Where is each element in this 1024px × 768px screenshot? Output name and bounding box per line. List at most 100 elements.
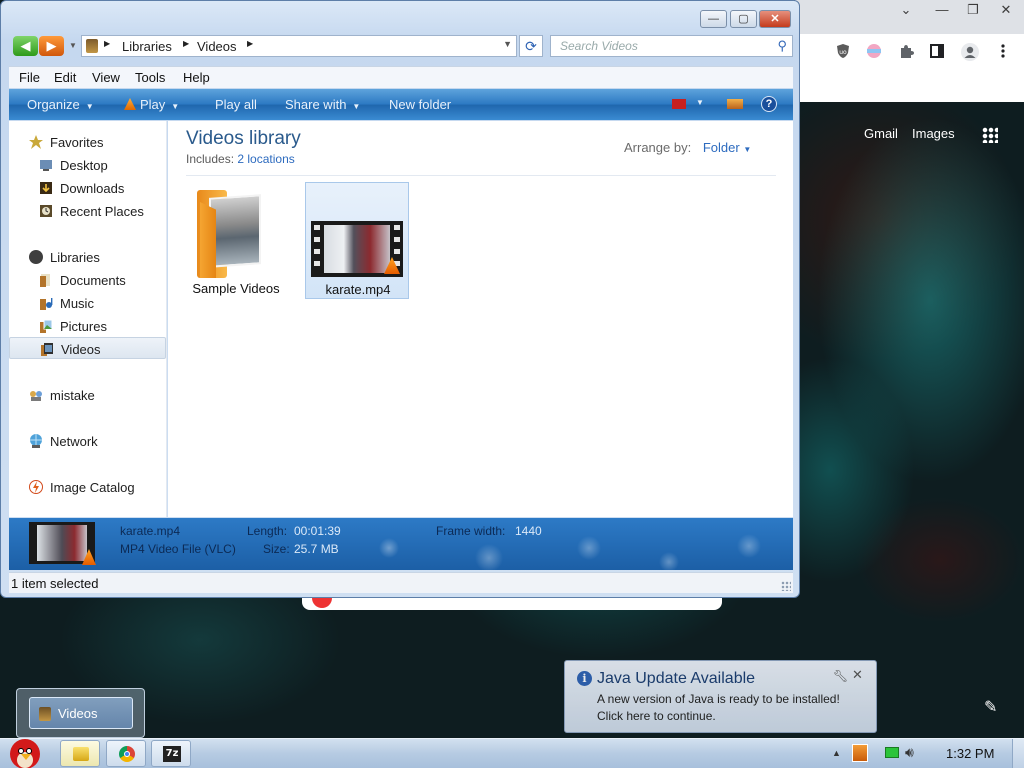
breadcrumb-libraries[interactable]: Libraries [122,39,172,54]
browser-close-button[interactable]: ✕ [991,2,1021,18]
organize-button[interactable]: Organize ▼ [27,97,94,112]
chevron-down-icon[interactable]: ▼ [696,98,704,107]
file-content-area: Videos library Includes: 2 locations Arr… [168,121,793,517]
preview-pane-icon[interactable] [727,99,743,109]
breadcrumb-videos[interactable]: Videos [197,39,237,54]
share-with-button[interactable]: Share with ▼ [285,97,360,112]
kebab-menu-icon[interactable] [995,43,1011,59]
help-icon[interactable]: ? [761,96,777,112]
recent-pages-dropdown-icon[interactable]: ▼ [69,41,77,50]
menu-view[interactable]: View [92,70,120,85]
browser-restore-button[interactable]: ❐ [958,2,988,18]
nav-libraries[interactable]: Libraries [9,246,166,268]
browser-minimize-button[interactable]: — [927,2,957,18]
puzzle-icon[interactable] [898,43,914,59]
angry-bird-start-icon [10,739,40,768]
taskbar: 7z ▲ 🔊︎ 1:32 PM [0,738,1024,768]
nav-pictures-label: Pictures [60,319,107,334]
menu-tools[interactable]: Tools [135,70,165,85]
google-apps-icon[interactable] [982,127,998,143]
menu-help[interactable]: Help [183,70,210,85]
film-sprocket [314,225,320,230]
play-button[interactable]: Play ▼ [124,97,179,112]
taskbar-7zip-button[interactable]: 7z [151,740,191,767]
nav-favorites[interactable]: Favorites [9,131,166,153]
locations-link[interactable]: 2 locations [237,152,294,166]
address-bar[interactable]: ▶ Libraries ▶ Videos ▶ ▼ [81,35,517,57]
nav-image-catalog[interactable]: Image Catalog [9,476,166,498]
notification-action-text[interactable]: Click here to continue. [597,709,716,723]
nav-network[interactable]: Network [9,430,166,452]
share-with-label: Share with [285,97,347,112]
taskbar-chrome-button[interactable] [106,740,146,767]
search-icon[interactable]: ⚲ [777,38,787,54]
change-view-icon[interactable] [672,99,686,109]
wrench-icon[interactable]: 🔧︎ [833,669,848,683]
status-bar: 1 item selected [9,572,793,593]
browser-tab-strip: ⌄ — ❐ ✕ [795,0,1024,34]
extension-color-icon[interactable] [866,43,882,59]
navigation-pane: Favorites Desktop Downloads Recent Place… [9,121,167,517]
breadcrumb-arrow-icon[interactable]: ▶ [247,39,253,48]
taskbar-preview-item-videos[interactable]: Videos [29,697,133,729]
images-link[interactable]: Images [912,126,955,141]
volume-icon[interactable]: 🔊︎ [905,744,914,761]
resize-grip-icon[interactable] [781,581,791,591]
sidebar-icon[interactable] [929,43,945,59]
gmail-link[interactable]: Gmail [864,126,898,141]
details-frame-width-value: 1440 [515,524,542,538]
start-button[interactable] [4,733,48,768]
close-icon[interactable]: ✕ [852,667,863,683]
play-all-button[interactable]: Play all [215,97,257,112]
breadcrumb-arrow-icon[interactable]: ▶ [104,39,110,48]
nav-pictures[interactable]: Pictures [9,315,166,337]
profile-icon[interactable] [961,43,979,61]
refresh-icon[interactable]: ⟳ [519,35,543,57]
file-tile-karate-mp4[interactable]: karate.mp4 [305,182,409,299]
details-pane: karate.mp4 MP4 Video File (VLC) Length: … [9,518,793,570]
maximize-button[interactable]: ▢ [730,10,757,28]
file-tile-sample-videos[interactable]: Sample Videos [184,182,288,299]
taskbar-explorer-button[interactable] [60,740,100,767]
forward-button[interactable]: ▶ [39,36,64,56]
recent-places-icon [40,205,52,217]
show-hidden-icons-icon[interactable]: ▲ [832,748,841,758]
minimize-button[interactable]: — [700,10,727,28]
nav-documents[interactable]: Documents [9,269,166,291]
browser-window-top: ⌄ — ❐ ✕ uo [795,0,1024,102]
command-bar: Organize ▼ Play ▼ Play all Share with ▼ New… [9,89,793,120]
address-dropdown-icon[interactable]: ▼ [503,39,512,49]
folder-preview-thumbnail [209,194,261,268]
java-tray-icon[interactable] [852,744,868,762]
libraries-icon [29,250,43,264]
includes-label: Includes: [186,152,235,166]
nav-music[interactable]: Music [9,292,166,314]
nav-videos[interactable]: Videos [9,337,166,359]
menu-edit[interactable]: Edit [54,70,76,85]
search-input[interactable] [551,36,766,56]
pictures-icon [40,319,53,333]
new-folder-button[interactable]: New folder [389,97,451,112]
customize-pencil-icon[interactable]: ✎ [984,697,997,717]
java-update-notification[interactable]: i Java Update Available A new version of… [564,660,877,733]
menu-file[interactable]: File [19,70,40,85]
breadcrumb-arrow-icon[interactable]: ▶ [183,39,189,48]
arrange-by-dropdown[interactable]: Folder ▼ [703,140,751,155]
extension-ublock-icon[interactable]: uo [835,43,851,59]
details-frame-width-label: Frame width: [436,524,506,538]
music-icon [40,298,53,310]
network-tray-icon[interactable] [885,747,899,758]
tab-search-icon[interactable]: ⌄ [891,2,921,18]
nav-downloads[interactable]: Downloads [9,177,166,199]
close-button[interactable]: ✕ [759,10,791,28]
seven-zip-icon: 7z [163,746,181,762]
nav-mistake[interactable]: mistake [9,384,166,406]
details-size-value: 25.7 MB [294,542,339,556]
nav-desktop[interactable]: Desktop [9,154,166,176]
file-name: Sample Videos [192,281,280,296]
clock[interactable]: 1:32 PM [946,746,994,761]
nav-recent-places[interactable]: Recent Places [9,200,166,222]
show-desktop-button[interactable] [1012,739,1024,768]
notification-title: Java Update Available [597,670,756,687]
back-button[interactable]: ◀ [13,36,38,56]
